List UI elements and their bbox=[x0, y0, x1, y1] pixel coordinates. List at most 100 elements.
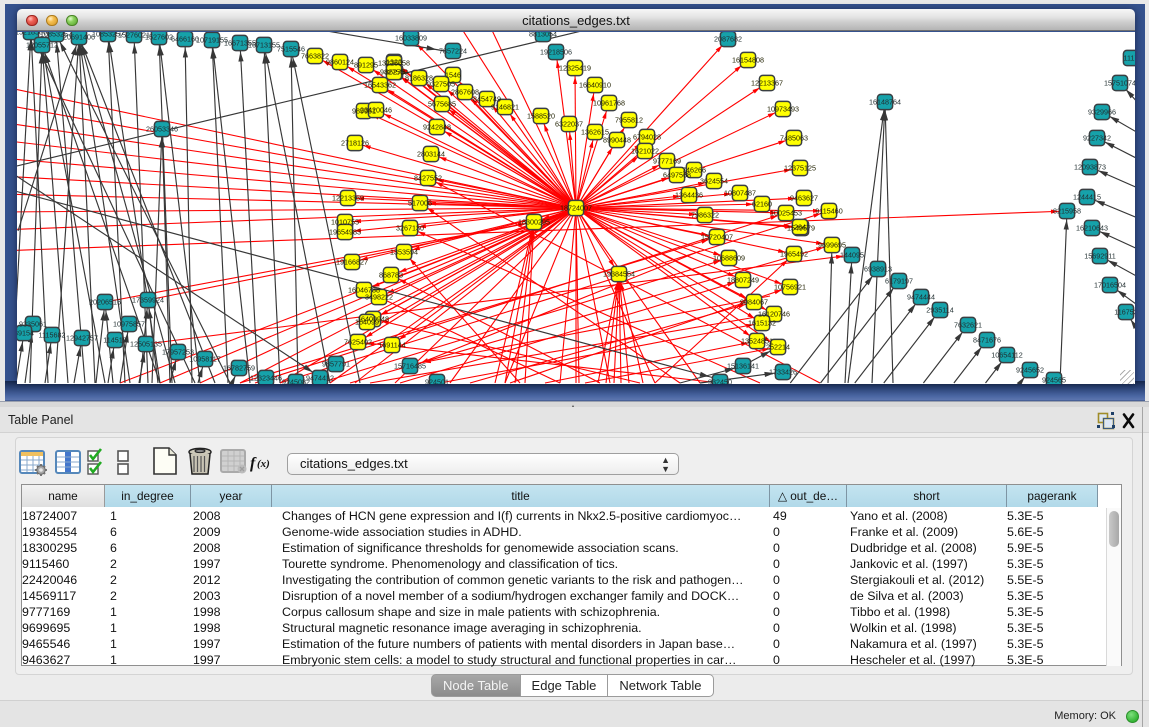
svg-text:12093873: 12093873 bbox=[1074, 162, 1106, 171]
svg-text:19218506: 19218506 bbox=[540, 47, 572, 56]
svg-text:114519: 114519 bbox=[103, 335, 126, 344]
svg-text:18807249: 18807249 bbox=[727, 275, 759, 284]
svg-text:16782759: 16782759 bbox=[223, 363, 255, 372]
svg-text:1010755: 1010755 bbox=[331, 217, 359, 226]
svg-text:6466160: 6466160 bbox=[171, 34, 199, 43]
svg-text:8427552: 8427552 bbox=[414, 173, 442, 182]
svg-text:517006: 517006 bbox=[408, 198, 432, 207]
svg-text:26053346: 26053346 bbox=[146, 124, 178, 133]
svg-text:17359924: 17359924 bbox=[132, 295, 164, 304]
svg-text:8215958: 8215958 bbox=[1053, 206, 1081, 215]
svg-text:891295: 891295 bbox=[354, 60, 378, 69]
svg-text:3624554: 3624554 bbox=[700, 176, 728, 185]
svg-text:9245652: 9245652 bbox=[1016, 365, 1044, 374]
svg-text:20691406: 20691406 bbox=[63, 32, 95, 41]
svg-text:9474412: 9474412 bbox=[306, 373, 334, 382]
svg-text:9857791: 9857791 bbox=[322, 359, 350, 368]
svg-text:7955812: 7955812 bbox=[615, 115, 643, 124]
svg-text:144095: 144095 bbox=[840, 250, 864, 259]
svg-text:10958117: 10958117 bbox=[189, 354, 220, 363]
svg-text:16120746: 16120746 bbox=[758, 309, 790, 318]
svg-text:12055712: 12055712 bbox=[26, 40, 58, 49]
svg-text:6179197: 6179197 bbox=[885, 276, 913, 285]
svg-text:16640910: 16640910 bbox=[579, 80, 611, 89]
svg-text:10973493: 10973493 bbox=[767, 104, 799, 113]
svg-text:3267130: 3267130 bbox=[396, 223, 424, 232]
svg-text:6938913: 6938913 bbox=[864, 264, 892, 273]
svg-text:6322037: 6322037 bbox=[555, 119, 583, 128]
svg-text:7986322: 7986322 bbox=[691, 210, 719, 219]
svg-text:16210643: 16210643 bbox=[1076, 223, 1108, 232]
svg-text:164099: 164099 bbox=[355, 317, 379, 326]
svg-text:12375125: 12375125 bbox=[784, 163, 816, 172]
svg-text:932450: 932450 bbox=[708, 377, 732, 383]
svg-text:7663822: 7663822 bbox=[301, 51, 329, 60]
svg-text:924565: 924565 bbox=[1042, 375, 1066, 383]
svg-text:9699695: 9699695 bbox=[818, 240, 846, 249]
svg-text:9115460: 9115460 bbox=[815, 206, 842, 215]
svg-text:3498222: 3498222 bbox=[365, 292, 393, 301]
svg-text:16543362: 16543362 bbox=[364, 80, 396, 89]
svg-text:1364436: 1364436 bbox=[675, 190, 703, 199]
svg-text:12505135: 12505135 bbox=[130, 339, 162, 348]
svg-text:1615132: 1615132 bbox=[748, 318, 776, 327]
svg-text:23420046: 23420046 bbox=[360, 105, 392, 114]
svg-text:5675685: 5675685 bbox=[428, 99, 456, 108]
svg-text:12942757: 12942757 bbox=[66, 333, 98, 342]
svg-text:2935114: 2935114 bbox=[926, 305, 953, 314]
svg-text:10025453: 10025453 bbox=[770, 208, 802, 217]
svg-text:1965492: 1965492 bbox=[780, 249, 808, 258]
svg-text:15136141: 15136141 bbox=[727, 361, 759, 370]
svg-text:7625402: 7625402 bbox=[344, 337, 372, 346]
svg-text:1115682: 1115682 bbox=[39, 330, 66, 339]
svg-text:7857224: 7857224 bbox=[439, 46, 467, 55]
svg-text:2803144: 2803144 bbox=[417, 149, 445, 158]
svg-text:7632621: 7632621 bbox=[954, 320, 982, 329]
svg-text:f: f bbox=[250, 455, 257, 472]
svg-text:9335061: 9335061 bbox=[19, 319, 47, 328]
svg-text:1621022: 1621022 bbox=[631, 146, 659, 155]
svg-text:8990448: 8990448 bbox=[603, 135, 631, 144]
svg-text:116753: 116753 bbox=[1114, 307, 1134, 316]
svg-text:16033809: 16033809 bbox=[395, 33, 427, 42]
svg-text:12213369: 12213369 bbox=[332, 193, 364, 202]
svg-text:1733426: 1733426 bbox=[769, 367, 797, 376]
svg-text:19384554: 19384554 bbox=[603, 269, 635, 278]
svg-text:7485063: 7485063 bbox=[780, 133, 808, 142]
svg-text:17016504: 17016504 bbox=[1094, 280, 1126, 289]
svg-text:15716485: 15716485 bbox=[394, 361, 426, 370]
svg-text:10961768: 10961768 bbox=[593, 98, 625, 107]
svg-text:9860124: 9860124 bbox=[326, 57, 354, 66]
svg-text:8454749: 8454749 bbox=[473, 94, 501, 103]
svg-text:16713155: 16713155 bbox=[248, 40, 280, 49]
svg-text:9827509: 9827509 bbox=[380, 67, 408, 76]
svg-text:252214: 252214 bbox=[766, 342, 790, 351]
svg-text:1691144: 1691144 bbox=[378, 340, 405, 349]
svg-text:9227342: 9227342 bbox=[1083, 133, 1111, 142]
svg-text:18724007: 18724007 bbox=[560, 203, 592, 212]
svg-text:12323446: 12323446 bbox=[250, 373, 282, 382]
svg-text:19654983: 19654983 bbox=[329, 227, 361, 236]
svg-text:1588520: 1588520 bbox=[527, 111, 555, 120]
svg-text:9084067: 9084067 bbox=[740, 297, 768, 306]
svg-text:15720407: 15720407 bbox=[701, 232, 733, 241]
svg-text:62160: 62160 bbox=[752, 199, 772, 208]
svg-text:10654112: 10654112 bbox=[991, 350, 1022, 359]
svg-text:16148764: 16148764 bbox=[869, 97, 901, 106]
svg-text:2718126: 2718126 bbox=[341, 138, 369, 147]
svg-text:16154808: 16154808 bbox=[732, 55, 764, 64]
svg-text:15751074: 15751074 bbox=[1104, 78, 1134, 87]
svg-text:19166827: 19166827 bbox=[336, 257, 368, 266]
svg-text:2087682: 2087682 bbox=[714, 34, 742, 43]
svg-text:8471676: 8471676 bbox=[973, 335, 1001, 344]
svg-text:10975857: 10975857 bbox=[113, 319, 145, 328]
svg-text:868783: 868783 bbox=[379, 270, 403, 279]
svg-text:10807487: 10807487 bbox=[724, 188, 756, 197]
svg-text:9463627: 9463627 bbox=[790, 193, 818, 202]
svg-text:1117: 1117 bbox=[1124, 53, 1135, 62]
svg-text:1353594: 1353594 bbox=[390, 247, 418, 256]
svg-text:264: 264 bbox=[794, 222, 806, 231]
svg-text:8813054: 8813054 bbox=[529, 32, 557, 38]
svg-text:18300295: 18300295 bbox=[518, 217, 550, 226]
svg-text:1527602: 1527602 bbox=[145, 32, 173, 41]
